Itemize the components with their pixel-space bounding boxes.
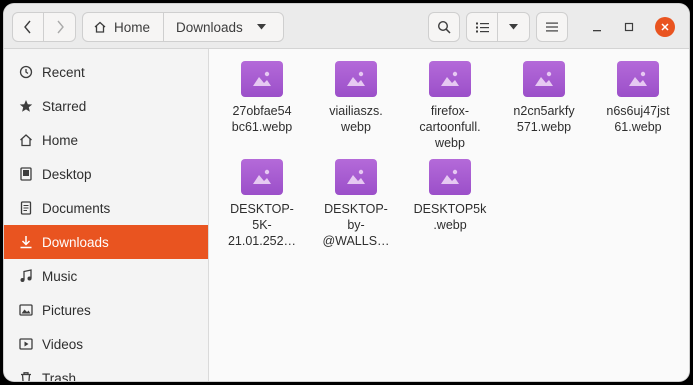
home-icon	[94, 21, 106, 33]
home-icon	[18, 132, 34, 148]
clock-icon	[18, 64, 34, 80]
breadcrumb-current-label: Downloads	[176, 19, 243, 35]
maximize-button[interactable]	[620, 18, 638, 36]
close-icon	[661, 23, 669, 31]
chevron-down-icon	[509, 24, 518, 30]
file-item[interactable]: n2cn5arkfy 571.webp	[497, 61, 591, 135]
sidebar-item-trash[interactable]: Trash	[4, 361, 208, 381]
download-icon	[18, 234, 34, 250]
sidebar-item-label: Starred	[42, 98, 87, 114]
sidebar-item-label: Home	[42, 132, 79, 148]
main-menu-button[interactable]	[536, 12, 568, 42]
file-name: n6s6uj47jst 61.webp	[606, 104, 670, 134]
file-manager-window: Home Downloads Recent Starred Home Deskt…	[4, 4, 689, 381]
dropdown-arrow-icon	[256, 24, 266, 30]
sidebar-item-recent[interactable]: Recent	[4, 55, 208, 89]
path-bar: Home Downloads	[82, 12, 284, 42]
sidebar-item-music[interactable]: Music	[4, 259, 208, 293]
places-sidebar: Recent Starred Home Desktop Documents Do…	[4, 49, 209, 381]
file-name: firefox- cartoonfull. webp	[419, 104, 481, 150]
minimize-icon	[593, 30, 601, 32]
desktop-folder-icon	[18, 166, 34, 182]
document-icon	[18, 200, 34, 216]
file-item[interactable]: viailiaszs. webp	[309, 61, 403, 135]
sidebar-item-home[interactable]: Home	[4, 123, 208, 157]
sidebar-item-desktop[interactable]: Desktop	[4, 157, 208, 191]
file-item[interactable]: 27obfae54 bc61.webp	[215, 61, 309, 135]
view-menu-button[interactable]	[498, 12, 530, 42]
file-name: DESKTOP- by- @WALLS…	[322, 202, 390, 248]
image-file-icon	[429, 159, 471, 195]
sidebar-item-label: Videos	[42, 336, 84, 352]
sidebar-item-documents[interactable]: Documents	[4, 191, 208, 225]
navigation-buttons	[12, 12, 76, 42]
breadcrumb-home-label: Home	[114, 19, 151, 35]
sidebar-item-pictures[interactable]: Pictures	[4, 293, 208, 327]
image-file-icon	[617, 61, 659, 97]
pictures-icon	[18, 302, 34, 318]
file-item[interactable]: DESKTOP5k .webp	[403, 159, 497, 233]
image-file-icon	[523, 61, 565, 97]
chevron-right-icon	[56, 20, 64, 34]
file-name: viailiaszs. webp	[329, 104, 383, 134]
video-icon	[18, 336, 34, 352]
forward-button[interactable]	[44, 12, 76, 42]
sidebar-item-label: Music	[42, 268, 78, 284]
star-icon	[18, 98, 34, 114]
header-bar: Home Downloads	[4, 4, 689, 49]
close-button[interactable]	[655, 17, 675, 37]
sidebar-item-videos[interactable]: Videos	[4, 327, 208, 361]
list-view-button[interactable]	[466, 12, 498, 42]
file-name: DESKTOP- 5K- 21.01.252…	[227, 202, 297, 248]
sidebar-item-starred[interactable]: Starred	[4, 89, 208, 123]
breadcrumb-current[interactable]: Downloads	[164, 20, 266, 35]
sidebar-item-label: Recent	[42, 64, 85, 80]
sidebar-item-label: Trash	[42, 370, 77, 382]
file-item[interactable]: n6s6uj47jst 61.webp	[591, 61, 685, 135]
file-name: n2cn5arkfy 571.webp	[513, 104, 575, 134]
minimize-button[interactable]	[588, 18, 606, 36]
file-grid: 27obfae54 bc61.webp viailiaszs. webp fir…	[209, 49, 689, 381]
back-button[interactable]	[12, 12, 44, 42]
trash-icon	[18, 370, 34, 381]
view-options	[466, 12, 530, 42]
sidebar-item-label: Pictures	[42, 302, 91, 318]
breadcrumb-home[interactable]: Home	[83, 13, 165, 41]
image-file-icon	[335, 61, 377, 97]
search-button[interactable]	[428, 12, 460, 42]
image-file-icon	[241, 61, 283, 97]
file-name: 27obfae54 bc61.webp	[231, 104, 293, 134]
sidebar-item-label: Downloads	[42, 234, 109, 250]
file-item[interactable]: DESKTOP- by- @WALLS…	[309, 159, 403, 249]
search-icon	[437, 20, 451, 34]
sidebar-item-downloads[interactable]: Downloads	[4, 225, 208, 259]
maximize-icon	[624, 22, 634, 32]
sidebar-item-label: Desktop	[42, 166, 92, 182]
image-file-icon	[429, 61, 471, 97]
chevron-left-icon	[24, 20, 31, 34]
file-name: DESKTOP5k .webp	[413, 202, 487, 232]
file-item[interactable]: firefox- cartoonfull. webp	[403, 61, 497, 151]
image-file-icon	[335, 159, 377, 195]
sidebar-item-label: Documents	[42, 200, 111, 216]
music-icon	[18, 268, 34, 284]
list-view-icon	[475, 22, 489, 32]
file-item[interactable]: DESKTOP- 5K- 21.01.252…	[215, 159, 309, 249]
hamburger-menu-icon	[546, 22, 558, 32]
image-file-icon	[241, 159, 283, 195]
